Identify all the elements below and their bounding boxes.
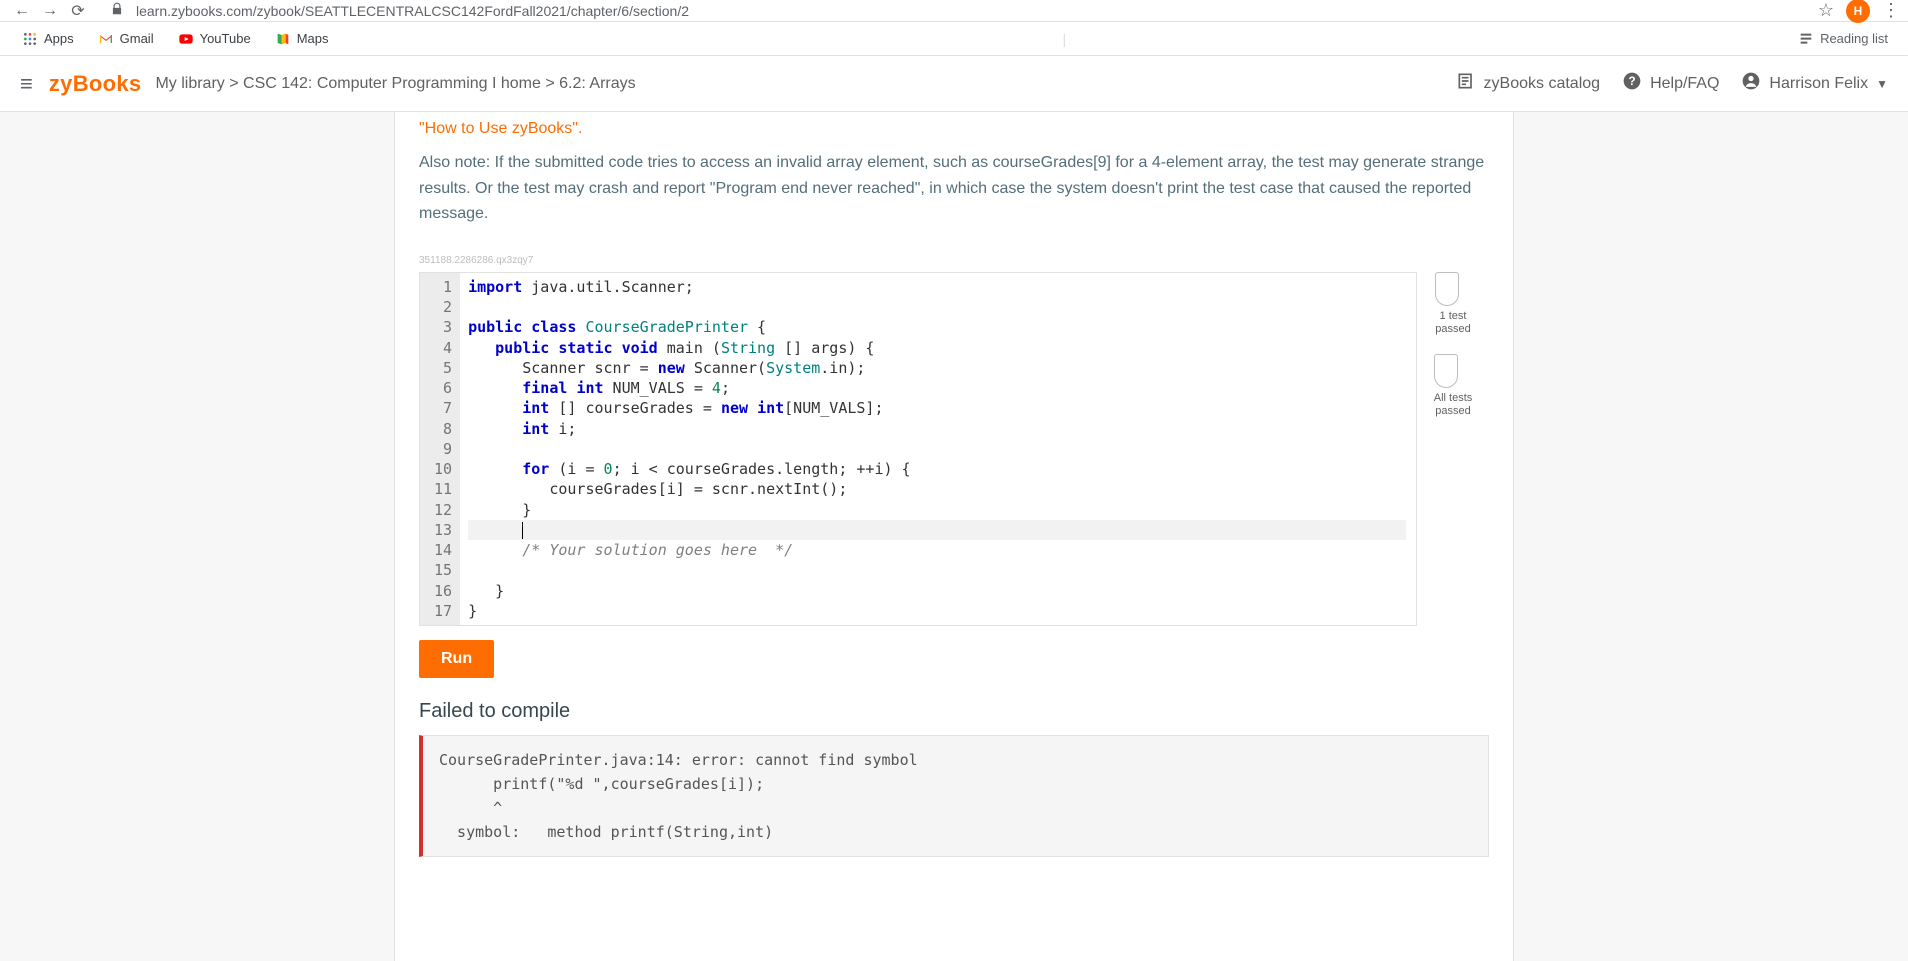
- reload-button[interactable]: ⟳: [64, 1, 92, 21]
- app-header: ≡ zyBooks My library > CSC 142: Computer…: [0, 56, 1908, 112]
- page-background: "How to Use zyBooks". Also note: If the …: [0, 112, 1908, 961]
- run-button[interactable]: Run: [419, 640, 494, 678]
- help-link[interactable]: ? Help/FAQ: [1622, 71, 1719, 96]
- bookmark-apps[interactable]: Apps: [12, 27, 84, 51]
- line-gutter: 1234567891011121314151617: [420, 273, 460, 625]
- bookmark-label: Apps: [44, 31, 74, 46]
- compile-error-output: CourseGradePrinter.java:14: error: canno…: [419, 735, 1489, 857]
- bookmarks-bar: Apps Gmail YouTube Maps | Reading list: [0, 22, 1908, 56]
- back-button[interactable]: ←: [8, 2, 36, 20]
- bookmark-label: Gmail: [120, 31, 154, 46]
- zybooks-logo[interactable]: zyBooks: [49, 71, 142, 97]
- code-area[interactable]: import java.util.Scanner; public class C…: [460, 273, 1416, 625]
- badge-one-test: 1 test passed: [1435, 278, 1470, 336]
- address-bar[interactable]: learn.zybooks.com/zybook/SEATTLECENTRALC…: [136, 3, 689, 19]
- maps-icon: [275, 31, 291, 47]
- hamburger-icon[interactable]: ≡: [20, 71, 33, 97]
- shield-icon: [1434, 360, 1458, 388]
- youtube-icon: [178, 31, 194, 47]
- bookmark-label: YouTube: [200, 31, 251, 46]
- kebab-icon[interactable]: ⋮: [1882, 0, 1900, 21]
- bookmark-gmail[interactable]: Gmail: [88, 27, 164, 51]
- lock-icon: [110, 2, 124, 19]
- apps-icon: [22, 31, 38, 47]
- bookmark-label: Maps: [297, 31, 329, 46]
- reading-list-button[interactable]: Reading list: [1790, 31, 1896, 47]
- note-paragraph: Also note: If the submitted code tries t…: [419, 150, 1489, 227]
- profile-avatar[interactable]: H: [1846, 0, 1870, 23]
- star-icon[interactable]: ☆: [1818, 0, 1834, 21]
- breadcrumb[interactable]: My library > CSC 142: Computer Programmi…: [155, 75, 635, 93]
- chevron-down-icon: ▼: [1876, 77, 1888, 91]
- test-badges: 1 test passed All tests passed: [1417, 272, 1489, 626]
- code-editor[interactable]: 1234567891011121314151617 import java.ut…: [419, 272, 1417, 626]
- browser-toolbar: ← → ⟳ learn.zybooks.com/zybook/SEATTLECE…: [0, 0, 1908, 22]
- bookmark-maps[interactable]: Maps: [265, 27, 339, 51]
- catalog-icon: [1456, 71, 1476, 96]
- page-card: "How to Use zyBooks". Also note: If the …: [394, 112, 1514, 961]
- bookmark-youtube[interactable]: YouTube: [168, 27, 261, 51]
- reading-list-icon: [1798, 31, 1814, 47]
- catalog-link[interactable]: zyBooks catalog: [1456, 71, 1601, 96]
- shield-icon: [1435, 278, 1459, 306]
- user-icon: [1741, 71, 1761, 96]
- svg-text:?: ?: [1629, 75, 1636, 88]
- forward-button[interactable]: →: [36, 2, 64, 20]
- user-menu[interactable]: Harrison Felix ▼: [1741, 71, 1888, 96]
- compile-fail-heading: Failed to compile: [419, 700, 1489, 723]
- activity-id: 351188.2286286.qx3zqy7: [419, 255, 1489, 266]
- badge-all-tests: All tests passed: [1434, 360, 1473, 418]
- gmail-icon: [98, 31, 114, 47]
- help-icon: ?: [1622, 71, 1642, 96]
- howto-link[interactable]: "How to Use zyBooks".: [419, 120, 1489, 138]
